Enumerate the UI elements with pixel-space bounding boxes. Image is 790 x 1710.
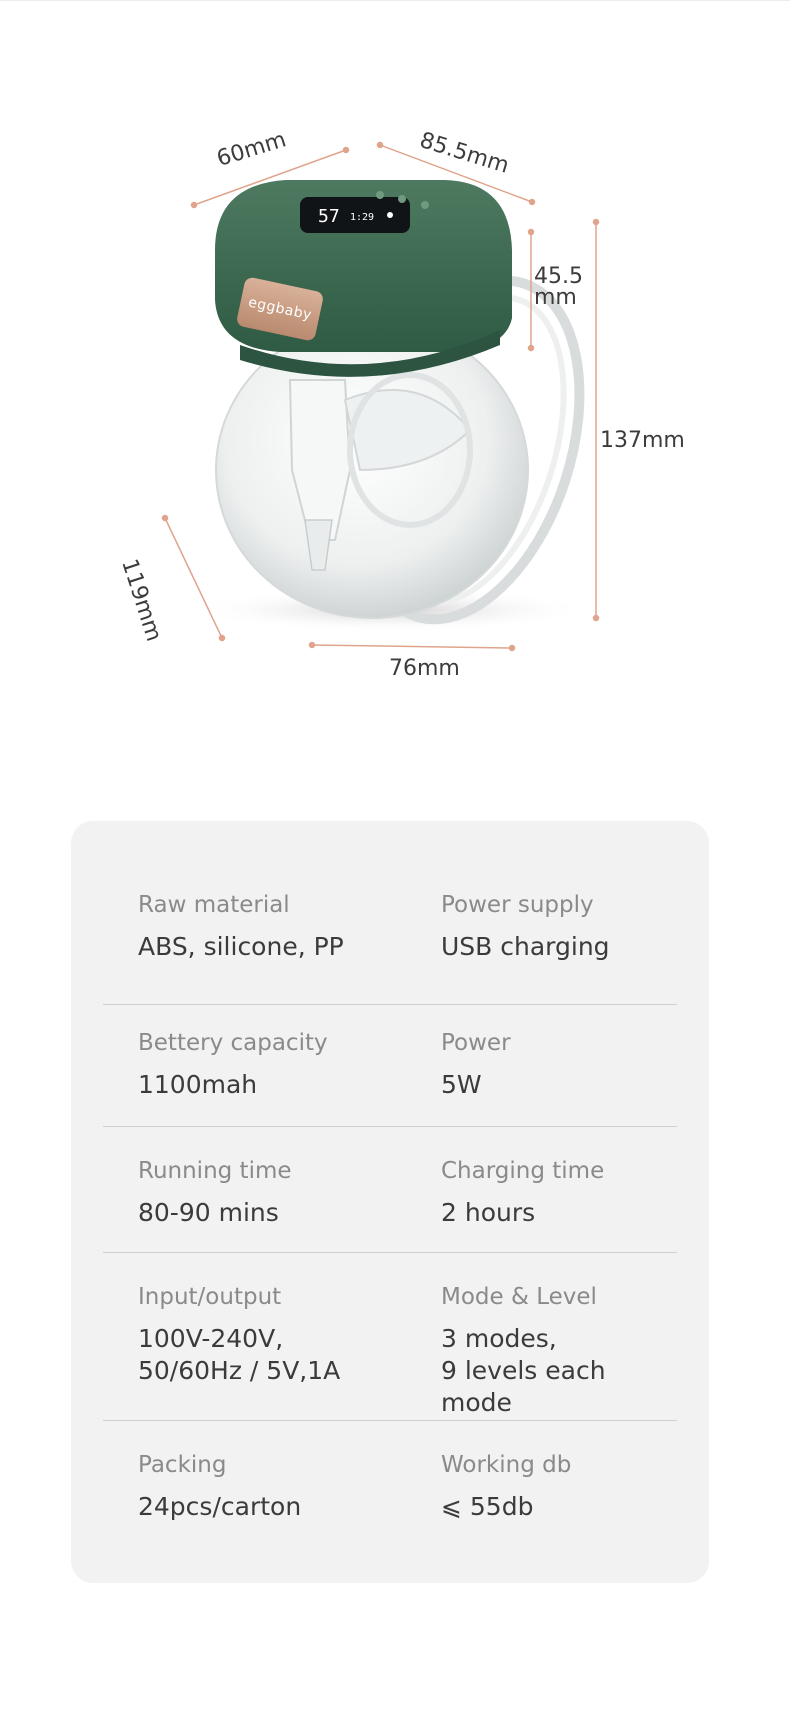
spec-label: Packing bbox=[138, 1452, 227, 1478]
dimension-base-label: 76mm bbox=[389, 656, 460, 681]
spec-cell: Power supply USB charging bbox=[441, 891, 610, 963]
spec-value: USB charging bbox=[441, 932, 610, 961]
spec-cell: Packing 24pcs/carton bbox=[138, 1451, 301, 1523]
dimension-head-height-label: 45.5 mm bbox=[534, 264, 583, 310]
spec-label: Power supply bbox=[441, 892, 594, 918]
spec-label: Running time bbox=[138, 1158, 292, 1184]
spec-label: Mode & Level bbox=[441, 1284, 597, 1310]
spec-cell: Running time 80-90 mins bbox=[138, 1157, 292, 1229]
spec-row: Input/output 100V-240V, 50/60Hz / 5V,1A … bbox=[103, 1253, 677, 1421]
spec-row: Packing 24pcs/carton Working db ⩽ 55db bbox=[103, 1421, 677, 1541]
spec-card: Raw material ABS, silicone, PP Power sup… bbox=[71, 821, 709, 1583]
product-image: 57 1:29 eggbaby 60mm 85.5mm 45.5 mm 137m… bbox=[0, 0, 790, 720]
spec-row: Running time 80-90 mins Charging time 2 … bbox=[103, 1127, 677, 1253]
spec-label: Input/output bbox=[138, 1284, 282, 1310]
svg-text:1:29: 1:29 bbox=[350, 212, 374, 223]
spec-cell: Mode & Level 3 modes, 9 levels each mode bbox=[441, 1283, 677, 1419]
spec-cell: Working db ⩽ 55db bbox=[441, 1451, 571, 1523]
spec-value: 80-90 mins bbox=[138, 1198, 279, 1227]
spec-value: 1100mah bbox=[138, 1070, 258, 1099]
spec-cell: Power 5W bbox=[441, 1029, 511, 1101]
spec-label: Raw material bbox=[138, 892, 290, 918]
brand-name: eggbaby bbox=[246, 294, 314, 324]
spec-label: Working db bbox=[441, 1452, 572, 1478]
spec-row: Raw material ABS, silicone, PP Power sup… bbox=[103, 891, 677, 1005]
spec-label: Power bbox=[441, 1030, 511, 1056]
dimension-total-height-label: 137mm bbox=[600, 428, 685, 453]
spec-label: Charging time bbox=[441, 1158, 605, 1184]
spec-cell: Charging time 2 hours bbox=[441, 1157, 604, 1229]
spec-cell: Bettery capacity 1100mah bbox=[138, 1029, 328, 1101]
breast-pump-illustration: 57 1:29 bbox=[161, 141, 600, 652]
spec-cell: Raw material ABS, silicone, PP bbox=[138, 891, 344, 963]
spec-value: 3 modes, 9 levels each mode bbox=[441, 1324, 606, 1417]
spec-value: 2 hours bbox=[441, 1198, 536, 1227]
spec-value: 5W bbox=[441, 1070, 482, 1099]
spec-value: ABS, silicone, PP bbox=[138, 932, 344, 961]
spec-value: ⩽ 55db bbox=[441, 1492, 534, 1521]
spec-label: Bettery capacity bbox=[138, 1030, 328, 1056]
spec-value: 24pcs/carton bbox=[138, 1492, 302, 1521]
spec-cell: Input/output 100V-240V, 50/60Hz / 5V,1A bbox=[138, 1283, 340, 1387]
spec-value: 100V-240V, 50/60Hz / 5V,1A bbox=[138, 1324, 341, 1385]
spec-row: Bettery capacity 1100mah Power 5W bbox=[103, 1005, 677, 1127]
svg-text:57: 57 bbox=[318, 206, 340, 227]
